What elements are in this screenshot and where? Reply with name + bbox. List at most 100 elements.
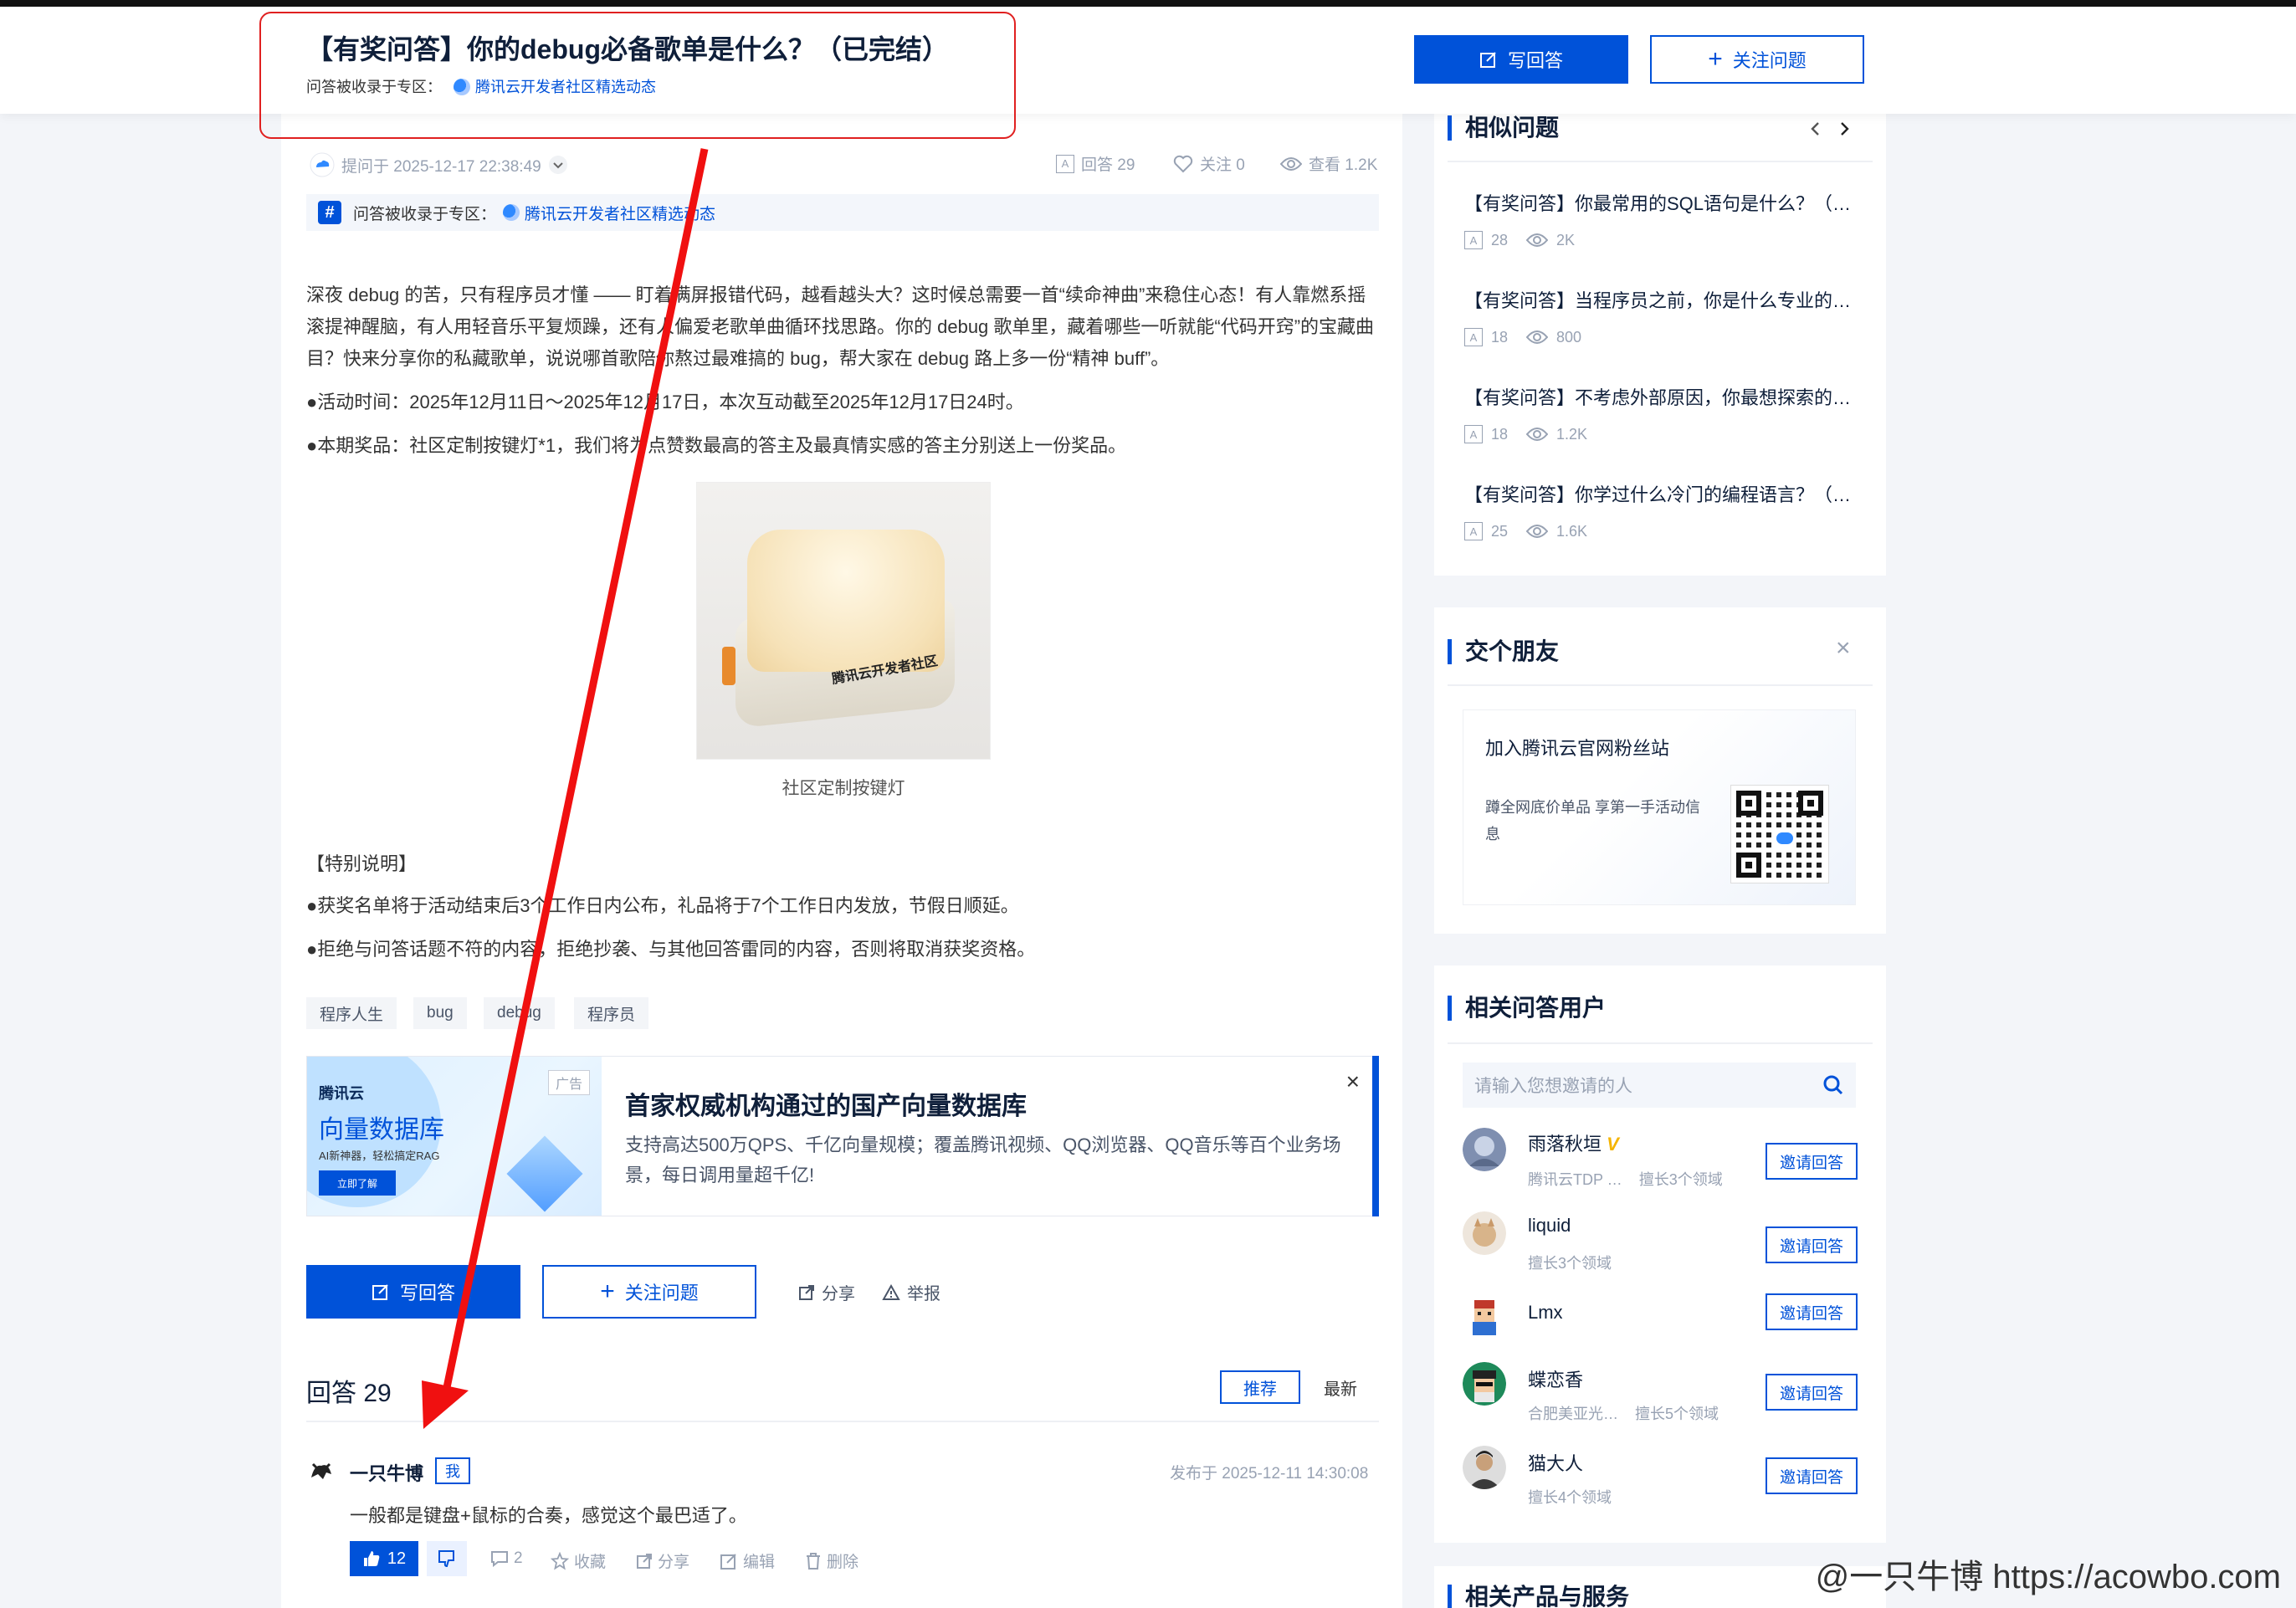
answer-count-icon: A — [1464, 425, 1483, 443]
similar-questions-card: 相似问题 【有奖问答】你最常用的SQL语句是什么？（… A 28 2K 【有奖问答… — [1434, 100, 1886, 576]
sort-latest-tab[interactable]: 最新 — [1315, 1370, 1366, 1404]
fans-description: 蹲全网底价单品 享第一手活动信息 — [1485, 799, 1700, 842]
write-answer-label: 写回答 — [399, 1283, 455, 1303]
similar-meta: A 18 800 — [1464, 328, 1581, 346]
warning-icon — [882, 1283, 900, 1300]
invite-button[interactable]: 邀请回答 — [1766, 1226, 1858, 1263]
header-zone-link[interactable]: 腾讯云开发者社区精选动态 — [475, 79, 656, 95]
delete-action[interactable]: 删除 — [805, 1549, 858, 1572]
answer-author-avatar[interactable] — [306, 1456, 336, 1486]
share-icon — [637, 1553, 652, 1569]
chevron-right-icon[interactable] — [1834, 119, 1854, 139]
ad-title[interactable]: 首家权威机构通过的国产向量数据库 — [625, 1085, 1027, 1122]
fans-site-card[interactable]: 加入腾讯云官网粉丝站 蹲全网底价单品 享第一手活动信息 — [1463, 709, 1856, 905]
eye-icon — [1526, 233, 1549, 247]
ad-image: 腾讯云 向量数据库 AI新神器，轻松搞定RAG 立即了解 广告 — [307, 1057, 602, 1216]
header-zone: 问答被收录于专区： 腾讯云开发者社区精选动态 — [306, 75, 656, 97]
user-avatar[interactable] — [1463, 1128, 1506, 1171]
edit-icon — [1479, 52, 1496, 68]
tag-item[interactable]: debug — [484, 997, 555, 1029]
tag-item[interactable]: bug — [413, 997, 467, 1029]
invite-button[interactable]: 邀请回答 — [1766, 1293, 1858, 1330]
share-link[interactable]: 分享 — [798, 1280, 855, 1304]
ad-cta-button[interactable]: 立即了解 — [319, 1170, 396, 1196]
similar-views: 2K — [1556, 231, 1576, 248]
similar-question[interactable]: 【有奖问答】你最常用的SQL语句是什么？（… — [1464, 189, 1873, 216]
user-expertise: 擅长5个领域 — [1635, 1406, 1719, 1422]
follow-question-button[interactable]: + 关注问题 — [542, 1265, 756, 1319]
ad-cube — [506, 1135, 583, 1212]
lamp-top — [747, 530, 945, 672]
like-button[interactable]: 12 — [350, 1541, 418, 1576]
similar-question[interactable]: 【有奖问答】不考虑外部原因，你最想探索的… — [1464, 383, 1873, 410]
user-name[interactable]: Lmx — [1528, 1302, 1563, 1324]
follow-stat[interactable]: 关注 0 — [1173, 152, 1245, 175]
cloud-logo-icon — [503, 204, 520, 221]
answers-stat: A 回答 29 — [1056, 152, 1135, 175]
comment-action[interactable]: 2 — [490, 1549, 523, 1568]
delete-label: 删除 — [827, 1554, 859, 1571]
follow-question-label: 关注问题 — [624, 1283, 699, 1303]
special-note-1: ●获奖名单将于活动结束后3个工作日内公布，礼品将于7个工作日内发放，节假日顺延。 — [306, 895, 1019, 916]
invite-search-input[interactable]: 请输入您想邀请的人 — [1463, 1063, 1856, 1108]
search-placeholder: 请输入您想邀请的人 — [1474, 1077, 1632, 1096]
report-link[interactable]: 举报 — [882, 1280, 940, 1304]
lamp-knob — [722, 647, 735, 685]
answer-body: 一般都是键盘+鼠标的合奏，感觉这个最巴适了。 — [350, 1505, 747, 1526]
edit-action[interactable]: 编辑 — [720, 1549, 775, 1572]
close-icon[interactable]: × — [1836, 634, 1851, 663]
write-answer-button[interactable]: 写回答 — [306, 1265, 520, 1319]
edit-icon — [372, 1284, 388, 1300]
user-avatar[interactable] — [1463, 1362, 1506, 1406]
user-name-text: 雨落秋垣 — [1528, 1134, 1602, 1155]
user-org: 合肥美亚光… — [1528, 1406, 1618, 1422]
similar-question[interactable]: 【有奖问答】你学过什么冷门的编程语言？（… — [1464, 480, 1873, 507]
eye-icon — [1526, 330, 1549, 344]
ad-close-icon[interactable]: × — [1346, 1068, 1360, 1095]
answers-divider — [306, 1421, 1379, 1422]
user-avatar[interactable] — [1463, 1295, 1506, 1339]
tag-item[interactable]: 程序人生 — [306, 997, 397, 1029]
user-name[interactable]: 蝶恋香 — [1528, 1365, 1583, 1392]
ad-slogan: AI新神器，轻松搞定RAG — [319, 1150, 440, 1162]
similar-views: 1.2K — [1556, 425, 1588, 443]
sort-recommend-tab[interactable]: 推荐 — [1220, 1370, 1300, 1404]
answers-heading: 回答 29 — [306, 1380, 392, 1407]
invite-button[interactable]: 邀请回答 — [1766, 1143, 1858, 1180]
similar-views: 1.6K — [1556, 522, 1588, 540]
zone-link[interactable]: 腾讯云开发者社区精选动态 — [525, 202, 715, 224]
image-caption: 社区定制按键灯 — [782, 779, 905, 798]
user-avatar[interactable] — [1463, 1446, 1506, 1489]
asker-row: 提问于 2025-12-17 22:38:49 — [310, 152, 568, 177]
chevron-down-icon[interactable] — [548, 155, 568, 175]
star-icon — [551, 1551, 569, 1570]
ad-banner[interactable]: 腾讯云 向量数据库 AI新神器，轻松搞定RAG 立即了解 广告 首家权威机构通过… — [306, 1056, 1379, 1216]
user-name[interactable]: 雨落秋垣 V — [1528, 1129, 1619, 1156]
heart-icon — [1173, 155, 1193, 172]
qr-finder — [1798, 791, 1823, 816]
search-icon[interactable] — [1822, 1074, 1844, 1096]
ad-brand: 腾讯云 — [319, 1085, 364, 1102]
answer-count-icon: A — [1056, 154, 1074, 173]
asked-at: 提问于 2025-12-17 22:38:49 — [341, 157, 541, 176]
answer-author[interactable]: 一只牛博 — [350, 1459, 423, 1486]
trash-icon — [807, 1552, 820, 1570]
dislike-button[interactable] — [427, 1541, 467, 1576]
sticky-header: 【有奖问答】你的debug必备歌单是什么？（已完结） 问答被收录于专区： 腾讯云开… — [0, 7, 2296, 114]
collect-action[interactable]: 收藏 — [551, 1549, 606, 1572]
user-expertise: 擅长3个领域 — [1528, 1255, 1612, 1272]
user-avatar[interactable] — [1463, 1211, 1506, 1255]
answer-share-action[interactable]: 分享 — [636, 1549, 689, 1572]
ad-accent-bar — [1372, 1056, 1379, 1216]
invite-button[interactable]: 邀请回答 — [1766, 1374, 1858, 1411]
similar-question[interactable]: 【有奖问答】当程序员之前，你是什么专业的… — [1464, 286, 1873, 313]
tag-item[interactable]: 程序员 — [574, 997, 649, 1029]
chevron-left-icon[interactable] — [1806, 119, 1826, 139]
invite-button[interactable]: 邀请回答 — [1766, 1457, 1858, 1494]
user-name[interactable]: liquid — [1528, 1215, 1571, 1237]
header-follow-button[interactable]: + 关注问题 — [1650, 35, 1864, 84]
user-name[interactable]: 猫大人 — [1528, 1449, 1583, 1476]
answer-date: 发布于 2025-12-11 14:30:08 — [1170, 1465, 1369, 1483]
verified-badge: V — [1607, 1134, 1619, 1155]
header-write-answer-button[interactable]: 写回答 — [1414, 35, 1628, 84]
